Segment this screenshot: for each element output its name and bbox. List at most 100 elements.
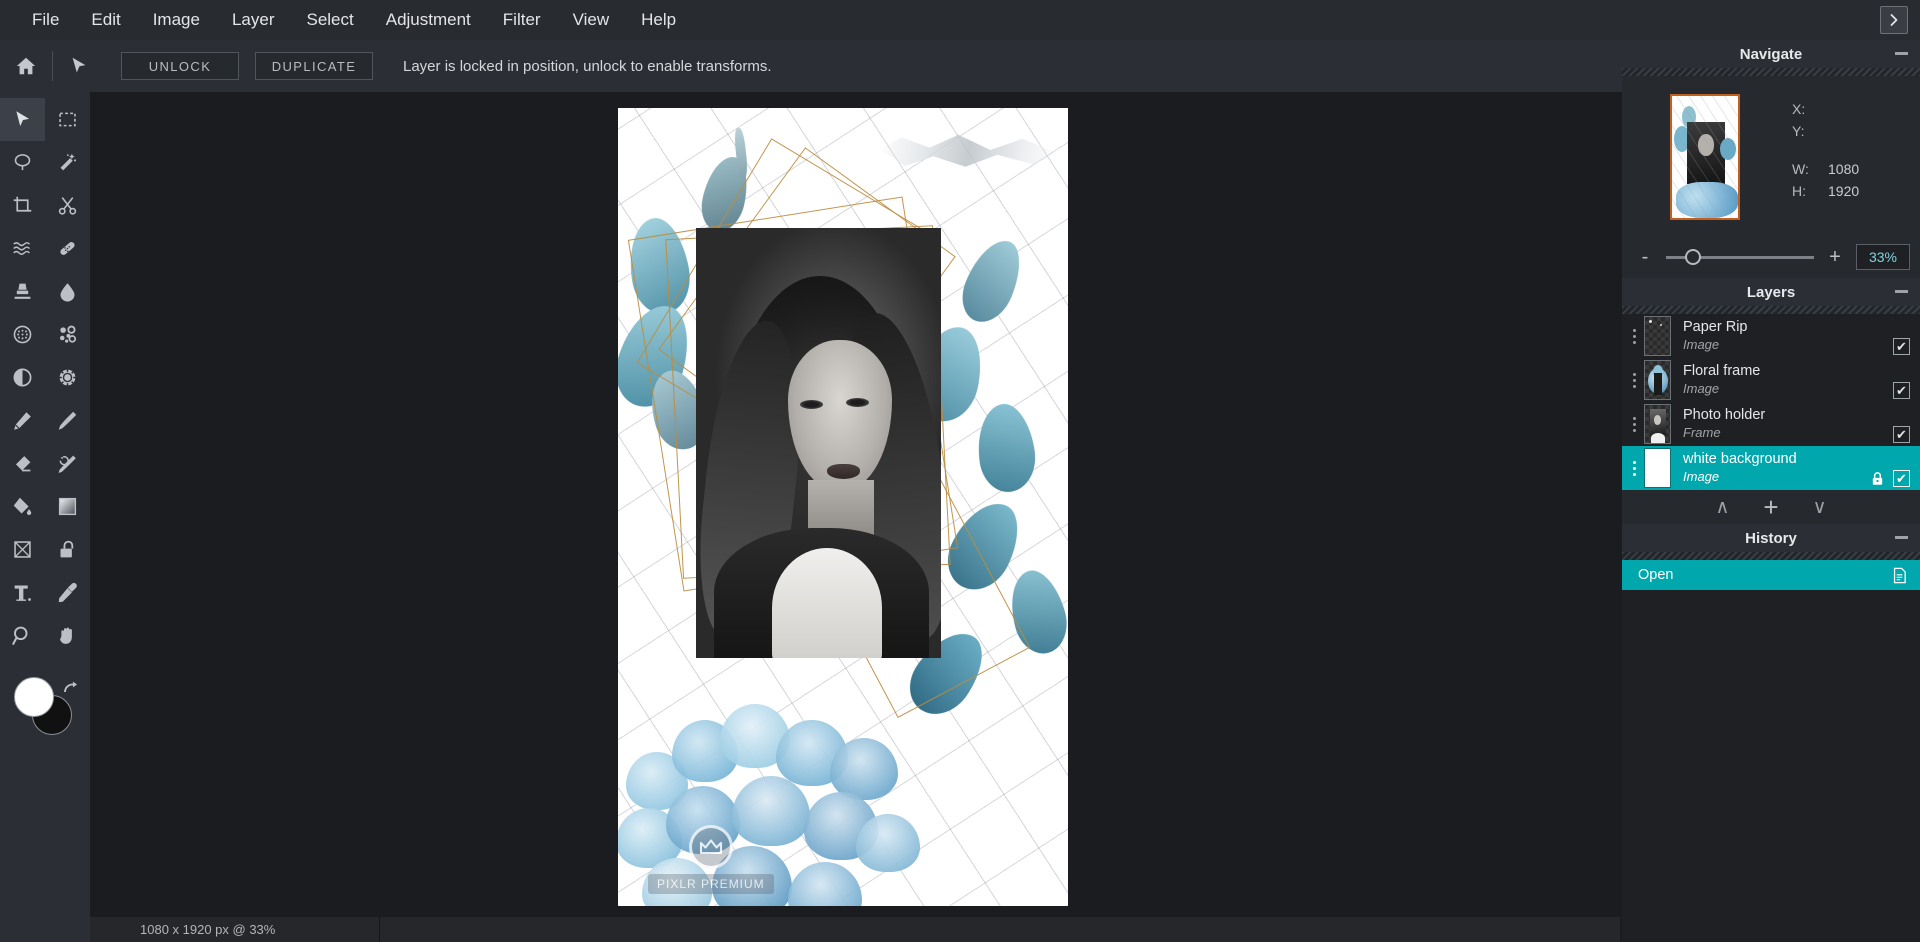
layer-kind: Frame [1683, 425, 1721, 440]
layer-thumbnail[interactable] [1644, 360, 1671, 400]
layer-row[interactable]: Paper Rip Image ✔ [1622, 314, 1920, 358]
layer-kind: Image [1683, 469, 1720, 484]
tool-cutout[interactable] [45, 184, 90, 227]
move-layer-up-button[interactable]: ∧ [1715, 498, 1729, 517]
petal [788, 862, 862, 906]
zoom-value-input[interactable]: 33% [1856, 244, 1910, 270]
cursor-arrow-icon [72, 57, 86, 73]
menu-item-edit[interactable]: Edit [75, 0, 136, 40]
tool-heal[interactable] [45, 227, 90, 270]
swap-colors-icon[interactable] [60, 677, 80, 697]
tool-magic-wand[interactable] [45, 141, 90, 184]
layer-controls: ✔ [1893, 382, 1910, 402]
tool-clone-stamp[interactable] [0, 270, 45, 313]
tool-blur[interactable] [45, 270, 90, 313]
tool-gradient[interactable] [45, 485, 90, 528]
move-layer-down-button[interactable]: ∨ [1813, 498, 1827, 517]
layer-kind: Image [1683, 337, 1720, 352]
tool-lasso-select[interactable] [0, 141, 45, 184]
layer-visibility-checkbox[interactable]: ✔ [1893, 382, 1910, 399]
layer-row[interactable]: white background Image ✔ [1622, 446, 1920, 490]
history-item-open[interactable]: Open [1622, 560, 1920, 590]
menu-item-view[interactable]: View [557, 0, 626, 40]
layer-row[interactable]: Floral frame Image ✔ [1622, 358, 1920, 402]
layer-drag-handle[interactable] [1622, 460, 1644, 476]
tool-color-picker[interactable] [45, 571, 90, 614]
zoom-out-button[interactable]: - [1632, 246, 1658, 269]
unlock-button[interactable]: UNLOCK [121, 52, 239, 80]
crown-glyph [699, 839, 722, 855]
tool-arrange-select[interactable] [0, 98, 45, 141]
layer-visibility-checkbox[interactable]: ✔ [1893, 338, 1910, 355]
history-minimize-button[interactable] [1895, 536, 1908, 539]
menu-item-file[interactable]: File [16, 0, 75, 40]
layer-name: Paper Rip [1683, 319, 1748, 335]
foreground-color-swatch[interactable] [14, 677, 54, 717]
layers-minimize-button[interactable] [1895, 290, 1908, 293]
layer-row[interactable]: Photo holder Frame ✔ [1622, 402, 1920, 446]
menu-item-select[interactable]: Select [290, 0, 369, 40]
nav-w-value: 1080 [1828, 161, 1860, 177]
menu-item-layer[interactable]: Layer [216, 0, 291, 40]
zoom-in-button[interactable]: + [1822, 246, 1848, 269]
duplicate-button[interactable]: DUPLICATE [255, 52, 373, 80]
tool-marquee-select[interactable] [45, 98, 90, 141]
tool-shape[interactable] [0, 528, 45, 571]
tool-effects[interactable] [45, 356, 90, 399]
cursor-arrow-icon [16, 111, 30, 127]
zoom-slider[interactable] [1666, 248, 1814, 265]
image-canvas[interactable]: PIXLR PREMIUM [618, 108, 1068, 906]
tool-paint-brush[interactable] [45, 399, 90, 442]
tool-contrast[interactable] [0, 356, 45, 399]
layers-list: Paper Rip Image ✔ Floral frame Image ✔ P… [1622, 314, 1920, 490]
tool-liquify[interactable] [0, 227, 45, 270]
canvas-workspace[interactable]: PIXLR PREMIUM [90, 92, 1620, 917]
dashed-rectangle-icon [59, 112, 76, 127]
menu-item-help[interactable]: Help [625, 0, 692, 40]
add-layer-button[interactable]: + [1763, 494, 1778, 520]
menu-item-adjustment[interactable]: Adjustment [370, 0, 487, 40]
layer-visibility-checkbox[interactable]: ✔ [1893, 470, 1910, 487]
bandage-icon [60, 242, 75, 255]
home-icon [16, 57, 36, 75]
status-bar: 1080 x 1920 px @ 33% [90, 917, 1620, 942]
expand-panel-button[interactable] [1880, 6, 1908, 34]
zoom-slider-knob[interactable] [1685, 248, 1702, 265]
active-tool-indicator[interactable] [53, 40, 105, 92]
paint-brush-icon [58, 411, 77, 430]
navigate-zoom-row: - + 33% [1622, 236, 1920, 278]
tool-detail[interactable] [0, 313, 45, 356]
tool-eraser[interactable] [0, 442, 45, 485]
menu-item-filter[interactable]: Filter [487, 0, 557, 40]
layer-visibility-checkbox[interactable]: ✔ [1893, 426, 1910, 443]
navigate-minimize-button[interactable] [1895, 52, 1908, 55]
layer-thumbnail[interactable] [1644, 316, 1671, 356]
tool-zoom[interactable] [0, 614, 45, 657]
home-button[interactable] [0, 40, 52, 92]
tool-lock-shape[interactable] [45, 528, 90, 571]
navigate-panel-body: X: Y: W: 1080 H: 1920 [1622, 76, 1920, 236]
tool-paint-bucket[interactable] [0, 485, 45, 528]
magnifier-icon [12, 626, 28, 645]
padlock-icon[interactable] [1870, 470, 1885, 487]
tool-hand[interactable] [45, 614, 90, 657]
tool-dodge-burn[interactable] [45, 313, 90, 356]
layer-thumbnail[interactable] [1644, 404, 1671, 444]
layer-drag-handle[interactable] [1622, 372, 1644, 388]
petal [830, 738, 898, 800]
history-list: Open [1622, 560, 1920, 620]
dotted-circle-icon [13, 325, 32, 344]
tool-text[interactable] [0, 571, 45, 614]
layer-thumbnail[interactable] [1644, 448, 1671, 488]
menu-item-image[interactable]: Image [137, 0, 216, 40]
tool-pen[interactable] [0, 399, 45, 442]
tool-crop[interactable] [0, 184, 45, 227]
layer-drag-handle[interactable] [1622, 328, 1644, 344]
tool-retouch-brush[interactable] [45, 442, 90, 485]
nav-h-value: 1920 [1828, 183, 1860, 199]
navigate-thumbnail[interactable] [1670, 94, 1740, 220]
layer-drag-handle[interactable] [1622, 416, 1644, 432]
crop-icon [13, 196, 32, 212]
navigate-info: X: Y: W: 1080 H: 1920 [1792, 98, 1859, 202]
layer-kind: Image [1683, 381, 1720, 396]
